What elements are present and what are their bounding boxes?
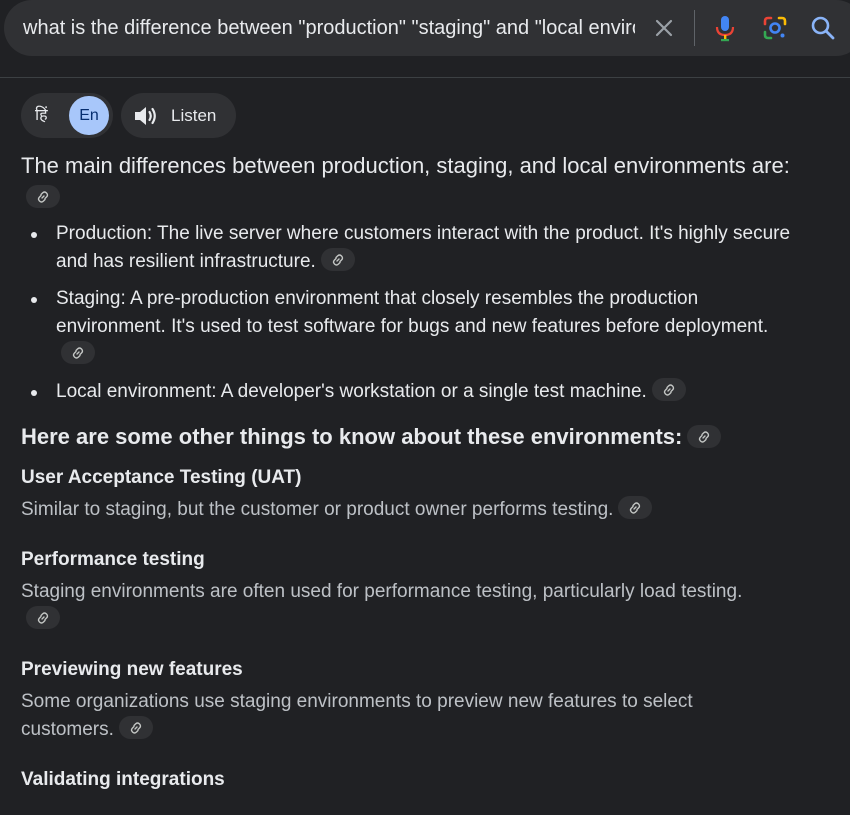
link-icon [699,430,710,443]
list-item-text: Local environment: A developer's worksta… [56,381,647,402]
search-input[interactable]: what is the difference between "producti… [23,0,635,56]
camera-lens-icon [763,16,787,40]
overview-intro-text: The main differences between production,… [21,153,790,178]
subsection-body: Staging environments are often used for … [21,578,761,634]
source-link-button[interactable] [26,184,60,208]
subsection-title: Validating integrations [21,769,225,790]
source-link-button[interactable] [26,606,60,630]
differences-list: Production: The live server where custom… [21,220,811,406]
source-link-button[interactable] [320,248,355,272]
list-item: Staging: A pre-production environment th… [21,285,796,369]
microphone-icon [715,16,735,42]
link-icon [130,722,142,735]
link-icon [72,347,84,360]
subsection-uat: User Acceptance Testing (UAT) Similar to… [21,464,811,524]
search-icon [811,16,835,40]
source-link-button[interactable] [118,716,153,740]
subsection-title: Performance testing [21,549,205,570]
source-link-button[interactable] [687,424,722,448]
section-heading-text: Here are some other things to know about… [21,424,683,449]
list-item: Local environment: A developer's worksta… [21,378,796,406]
subsection-body: Some organizations use staging environme… [21,688,761,744]
link-icon [37,190,49,203]
subsection-body: Similar to staging, but the customer or … [21,496,761,524]
clear-button[interactable] [644,8,684,48]
source-link-button[interactable] [651,378,686,402]
section-heading: Here are some other things to know about… [21,422,811,452]
subsection-title: Previewing new features [21,659,243,680]
link-icon [332,254,343,267]
language-english-button[interactable]: En [69,96,109,135]
subsection-title: User Acceptance Testing (UAT) [21,467,302,488]
link-icon [663,384,675,397]
listen-label: Listen [171,106,217,125]
listen-button[interactable]: Listen [121,93,236,138]
list-item-text: Production: The live server where custom… [56,223,791,272]
search-divider [694,10,695,46]
language-hindi-button[interactable]: हिं [35,93,48,138]
language-toggle: हिं En [21,93,113,138]
subsection-performance-testing: Performance testing Staging environments… [21,546,811,634]
list-item: Production: The live server where custom… [21,220,796,276]
search-button[interactable] [803,8,843,48]
list-item-text: Staging: A pre-production environment th… [56,288,769,337]
speaker-icon [135,107,156,125]
source-link-button[interactable] [618,496,653,520]
source-link-button[interactable] [61,341,95,365]
link-icon [630,502,641,515]
subsection-body-text: Staging environments are often used for … [21,581,743,602]
search-header: what is the difference between "producti… [0,0,850,78]
subsection-validating-integrations: Validating integrations [21,766,811,793]
search-box: what is the difference between "producti… [4,0,850,56]
subsection-body-text: Similar to staging, but the customer or … [21,499,614,520]
overview-intro: The main differences between production,… [21,150,811,212]
lens-search-button[interactable] [755,8,795,48]
ai-overview: The main differences between production,… [21,150,811,815]
voice-search-button[interactable] [705,8,745,48]
subsection-previewing-features: Previewing new features Some organizatio… [21,656,811,744]
close-icon [655,19,673,37]
link-icon [37,612,49,625]
